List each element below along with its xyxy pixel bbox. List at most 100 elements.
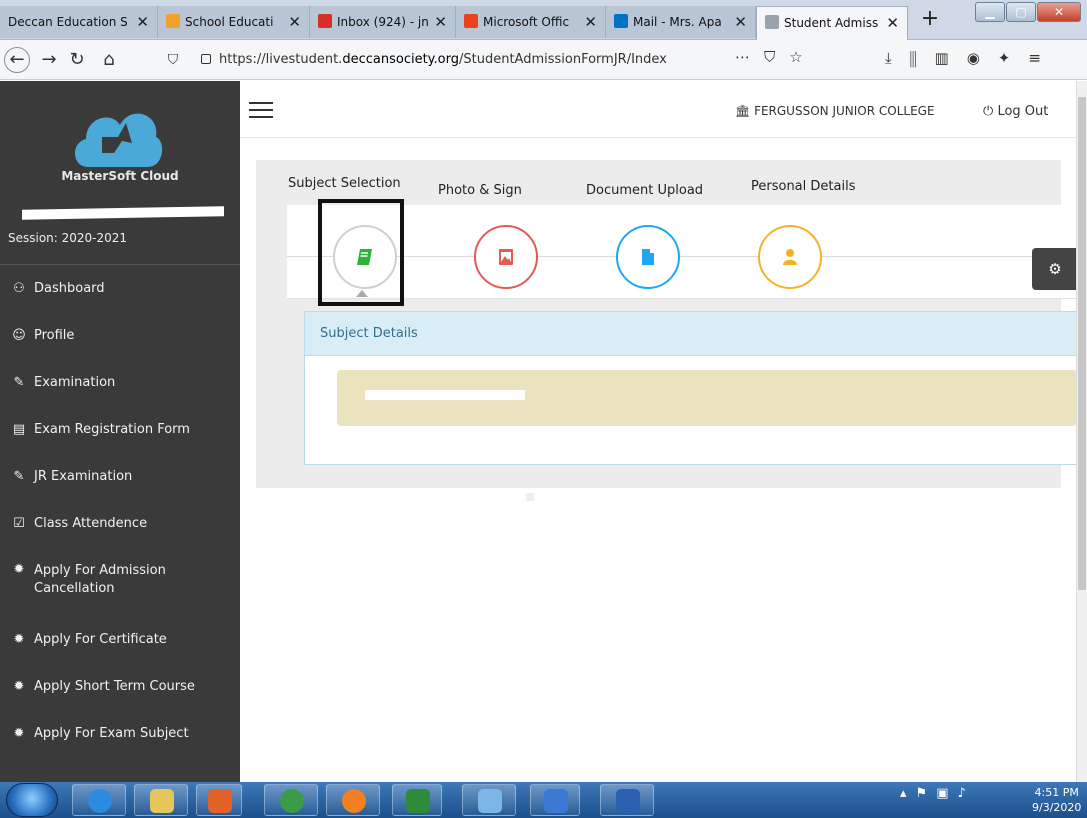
step-personal-details[interactable] xyxy=(758,225,822,289)
mastersoft-cloud-logo xyxy=(74,113,163,167)
step-document-upload[interactable] xyxy=(616,225,680,289)
logout-button[interactable]: ⏻ Log Out xyxy=(983,104,1048,119)
back-button[interactable]: ← xyxy=(4,47,30,73)
more-actions-icon[interactable]: ⋯ xyxy=(735,48,764,66)
paint-icon xyxy=(478,789,502,813)
download-icon[interactable]: ⤓ xyxy=(885,49,910,67)
redacted-message xyxy=(365,390,525,400)
tab-label: Deccan Education S xyxy=(8,15,128,29)
hamburger-menu-button[interactable] xyxy=(249,102,273,120)
shield-icon[interactable]: ⛉ xyxy=(160,47,186,73)
action-center-icon[interactable]: ⚑ xyxy=(916,786,937,801)
clock-date: 9/3/2020 xyxy=(1032,801,1082,814)
image-icon xyxy=(499,249,513,265)
active-step-pointer xyxy=(356,290,368,297)
sidebar-item-admission-cancellation[interactable]: ✹ Apply For Admission Cancellation xyxy=(0,547,240,616)
sidebar-item-exam-subject[interactable]: ✹ Apply For Exam Subject xyxy=(0,710,240,757)
college-name: 🏛 FERGUSSON JUNIOR COLLEGE xyxy=(735,104,935,118)
sidebar-item-dashboard[interactable]: ⚇ Dashboard xyxy=(0,265,240,312)
sidebar-item-certificate[interactable]: ✹ Apply For Certificate xyxy=(0,616,240,663)
page-actions: ⋯⛉☆ xyxy=(735,48,817,66)
tab-school-education[interactable]: School Educati ✕ xyxy=(158,6,310,38)
close-window-button[interactable]: ✕ xyxy=(1037,2,1081,22)
sidebar-item-profile[interactable]: ☺ Profile xyxy=(0,312,240,359)
settings-gear-button[interactable]: ⚙ xyxy=(1032,248,1078,290)
close-tab-icon[interactable]: ✕ xyxy=(886,7,899,39)
step-label-document-upload[interactable]: Document Upload xyxy=(586,183,703,198)
tab-microsoft-office[interactable]: Microsoft Offic ✕ xyxy=(456,6,606,38)
close-tab-icon[interactable]: ✕ xyxy=(584,6,597,38)
window-controls: ▁ ▢ ✕ xyxy=(974,2,1081,22)
url-domain: deccansociety.org xyxy=(342,52,459,67)
tab-student-admission[interactable]: Student Admiss ✕ xyxy=(756,6,908,40)
windows-taskbar: ▴⚑▣♪ 4:51 PM 9/3/2020 xyxy=(0,782,1087,818)
document-icon xyxy=(642,249,654,265)
outlook-icon xyxy=(614,14,628,28)
sidebar-toggle-icon[interactable]: ▥ xyxy=(935,49,967,67)
close-tab-icon[interactable]: ✕ xyxy=(136,6,149,38)
close-tab-icon[interactable]: ✕ xyxy=(434,6,447,38)
url-path: /StudentAdmissionFormJR/Index xyxy=(458,52,667,67)
volume-icon[interactable]: ♪ xyxy=(957,786,974,801)
taskbar-paint[interactable] xyxy=(462,784,516,816)
sidebar-item-class-attendence[interactable]: ☑ Class Attendence xyxy=(0,500,240,547)
tab-gmail-inbox[interactable]: Inbox (924) - jn ✕ xyxy=(310,6,456,38)
step-label-photo-sign[interactable]: Photo & Sign xyxy=(438,183,522,198)
power-icon: ⏻ xyxy=(983,104,994,119)
sidebar-item-label: Class Attendence xyxy=(34,515,148,531)
taskbar-media[interactable] xyxy=(196,784,242,816)
tab-outlook-mail[interactable]: Mail - Mrs. Apa ✕ xyxy=(606,6,756,38)
new-tab-button[interactable]: + xyxy=(916,6,944,34)
show-hidden-icons[interactable]: ▴ xyxy=(900,786,916,801)
taskbar-ie[interactable] xyxy=(72,784,126,816)
extension-icon[interactable]: ✦ xyxy=(998,49,1029,67)
reload-button[interactable]: ↻ xyxy=(64,47,90,73)
logout-label: Log Out xyxy=(997,104,1049,119)
tab-deccan-education[interactable]: Deccan Education S ✕ xyxy=(0,6,158,38)
address-bar[interactable]: https://livestudent.deccansociety.org/St… xyxy=(187,46,827,74)
firefox-icon xyxy=(342,789,366,813)
minimize-button[interactable]: ▁ xyxy=(975,2,1005,22)
menu-icon[interactable]: ≡ xyxy=(1028,49,1059,67)
vertical-scrollbar[interactable] xyxy=(1076,81,1087,782)
maximize-button[interactable]: ▢ xyxy=(1006,2,1036,22)
institution-icon: 🏛 xyxy=(735,104,751,118)
page-marker xyxy=(526,493,534,501)
close-tab-icon[interactable]: ✕ xyxy=(734,6,747,38)
start-button[interactable] xyxy=(6,783,58,817)
system-clock[interactable]: 4:51 PM 9/3/2020 xyxy=(1032,785,1081,815)
word-icon xyxy=(616,789,640,813)
gmail-icon xyxy=(318,14,332,28)
taskbar-spreadsheet[interactable] xyxy=(392,784,442,816)
sidebar-item-exam-registration[interactable]: ▤ Exam Registration Form xyxy=(0,406,240,453)
pencil-icon: ✎ xyxy=(13,375,25,390)
close-tab-icon[interactable]: ✕ xyxy=(288,6,301,38)
account-icon[interactable]: ◉ xyxy=(967,49,998,67)
media-player-icon xyxy=(208,789,232,813)
certificate-icon: ✹ xyxy=(13,679,25,694)
taskbar-writer[interactable] xyxy=(530,784,580,816)
brand-name: MasterSoft Cloud xyxy=(61,169,179,183)
sidebar-item-jr-examination[interactable]: ✎ JR Examination xyxy=(0,453,240,500)
forward-button[interactable]: → xyxy=(36,47,62,73)
taskbar-chrome[interactable] xyxy=(264,784,318,816)
taskbar-explorer[interactable] xyxy=(134,784,188,816)
pocket-icon[interactable]: ⛉ xyxy=(764,48,789,66)
bookmark-star-icon[interactable]: ☆ xyxy=(789,48,816,66)
network-icon[interactable]: ▣ xyxy=(936,786,957,801)
home-button[interactable]: ⌂ xyxy=(96,47,122,73)
sidebar-item-short-term-course[interactable]: ✹ Apply Short Term Course xyxy=(0,663,240,710)
url-prefix: https://livestudent. xyxy=(219,52,343,67)
browser-tab-bar: Deccan Education S ✕ School Educati ✕ In… xyxy=(0,0,1087,40)
library-icon[interactable]: ⫼ xyxy=(910,49,935,67)
sidebar-item-examination[interactable]: ✎ Examination xyxy=(0,359,240,406)
taskbar-firefox[interactable] xyxy=(326,784,380,816)
taskbar-word[interactable] xyxy=(600,784,654,816)
step-label-personal-details[interactable]: Personal Details xyxy=(751,179,855,194)
redacted-name xyxy=(22,206,224,220)
folder-icon xyxy=(150,789,174,813)
school-favicon-icon xyxy=(166,14,180,28)
step-label-subject-selection[interactable]: Subject Selection xyxy=(288,176,401,191)
scrollbar-thumb[interactable] xyxy=(1078,97,1086,590)
step-photo-sign[interactable] xyxy=(474,225,538,289)
